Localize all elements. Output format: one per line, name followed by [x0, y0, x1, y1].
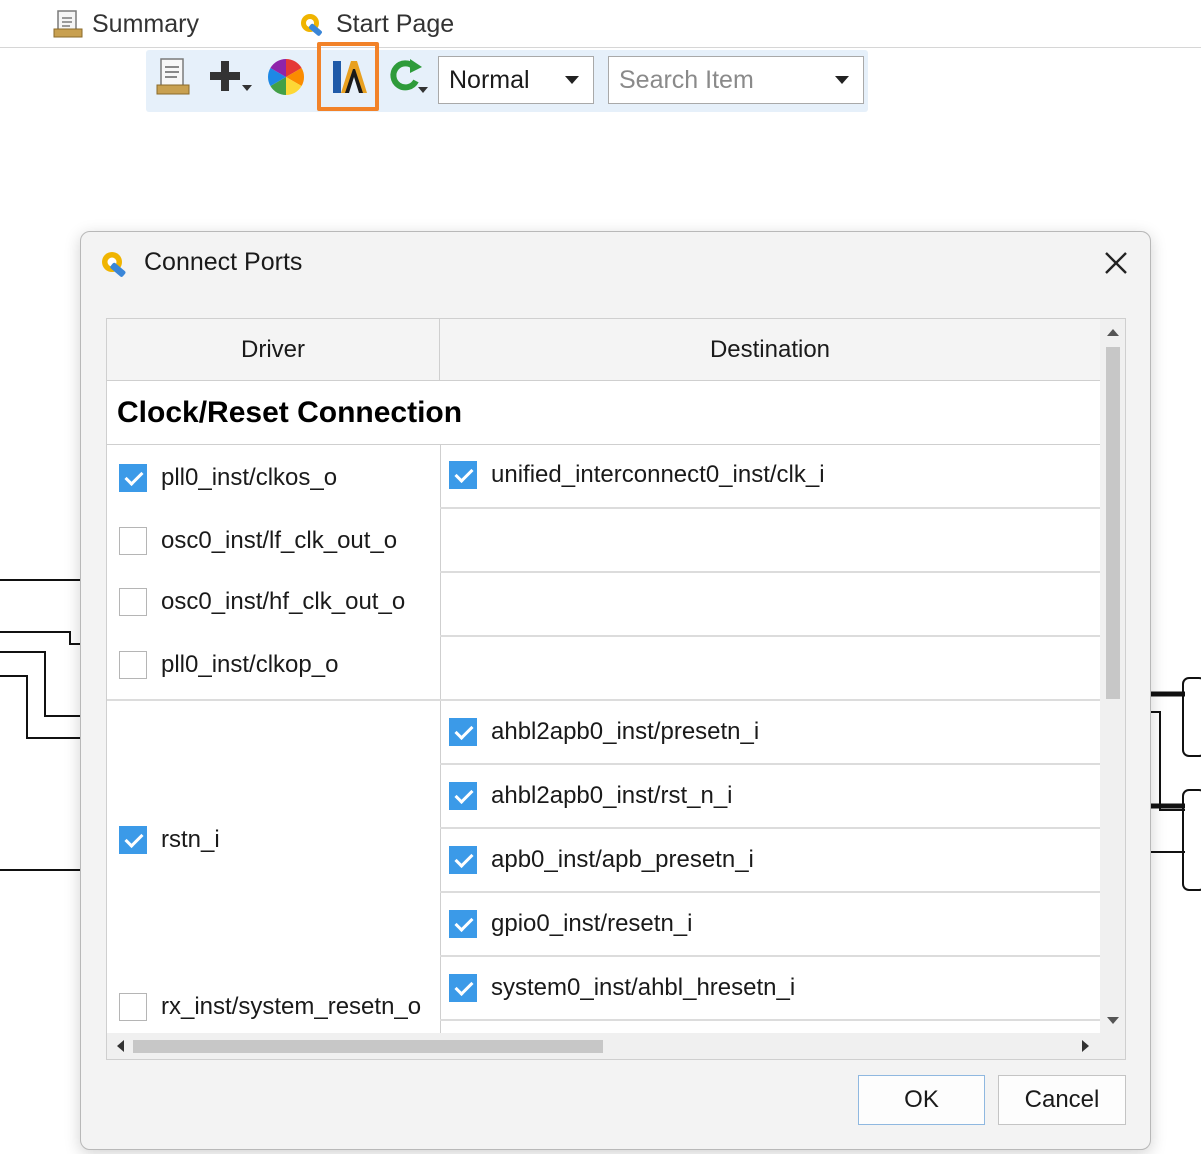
wrench-gear-icon: [296, 9, 328, 39]
destination-label: apb0_inst/apb_presetn_i: [491, 846, 754, 873]
destination-row[interactable]: apb0_inst/apb_presetn_i: [449, 846, 754, 874]
destination-label: ahbl2apb0_inst/presetn_i: [491, 718, 760, 745]
destination-row[interactable]: ahbl2apb0_inst/presetn_i: [449, 718, 759, 746]
destination-label: ahbl2apb0_inst/rst_n_i: [491, 782, 733, 809]
destination-checkbox[interactable]: [449, 846, 477, 874]
driver-label: pll0_inst/clkop_o: [161, 651, 339, 678]
scroll-down-icon[interactable]: [1107, 1017, 1119, 1024]
scroll-right-icon[interactable]: [1082, 1040, 1089, 1052]
document-icon: [155, 57, 191, 102]
row-divider: [107, 699, 1100, 701]
driver-row[interactable]: rx_inst/system_resetn_o: [119, 993, 421, 1021]
row-divider: [440, 635, 1100, 637]
refresh-icon: [384, 57, 428, 102]
tab-start-page-label: Start Page: [336, 9, 455, 38]
driver-checkbox[interactable]: [119, 826, 147, 854]
close-button[interactable]: [1099, 246, 1133, 280]
chevron-down-icon: [565, 76, 579, 84]
refresh-button[interactable]: [381, 54, 431, 104]
row-divider: [440, 571, 1100, 573]
driver-row[interactable]: pll0_inst/clkos_o: [119, 464, 337, 492]
destination-checkbox[interactable]: [449, 974, 477, 1002]
horizontal-scrollbar[interactable]: [107, 1033, 1100, 1059]
driver-label: osc0_inst/hf_clk_out_o: [161, 588, 406, 615]
row-divider: [440, 1019, 1100, 1021]
destination-checkbox[interactable]: [449, 782, 477, 810]
scroll-up-icon[interactable]: [1107, 329, 1119, 336]
row-divider: [440, 955, 1100, 957]
driver-checkbox[interactable]: [119, 464, 147, 492]
row-divider: [440, 507, 1100, 509]
destination-label: unified_interconnect0_inst/clk_i: [491, 461, 825, 488]
search-item-placeholder: Search Item: [619, 65, 754, 94]
driver-label: pll0_inst/clkos_o: [161, 464, 338, 491]
view-mode-value: Normal: [449, 65, 530, 94]
driver-row[interactable]: pll0_inst/clkop_o: [119, 651, 338, 679]
destination-row[interactable]: system0_inst/ahbl_hresetn_i: [449, 974, 795, 1002]
search-item-select[interactable]: Search Item: [608, 56, 864, 104]
tab-bar: Summary Start Page: [0, 0, 1201, 48]
column-header-driver[interactable]: Driver: [107, 319, 440, 381]
destination-checkbox[interactable]: [449, 718, 477, 746]
row-divider: [440, 763, 1100, 765]
close-icon: [1105, 252, 1127, 274]
scrollbar-corner: [1100, 1033, 1125, 1059]
destination-checkbox[interactable]: [449, 910, 477, 938]
destination-label: system0_inst/ahbl_hresetn_i: [491, 974, 796, 1001]
driver-checkbox[interactable]: [119, 651, 147, 679]
driver-checkbox[interactable]: [119, 527, 147, 555]
chevron-down-icon: [835, 76, 849, 84]
document-icon: [52, 9, 84, 39]
toolbar-highlight-frame: [317, 42, 379, 111]
destination-row[interactable]: gpio0_inst/resetn_i: [449, 910, 692, 938]
row-divider: [440, 891, 1100, 893]
tab-summary-label: Summary: [92, 9, 199, 38]
horizontal-scroll-thumb[interactable]: [133, 1040, 603, 1053]
destination-label: gpio0_inst/resetn_i: [491, 910, 693, 937]
color-wheel-icon: [266, 57, 306, 102]
driver-row[interactable]: rstn_i: [119, 826, 220, 854]
driver-checkbox[interactable]: [119, 993, 147, 1021]
destination-row[interactable]: ahbl2apb0_inst/rst_n_i: [449, 782, 733, 810]
driver-row[interactable]: osc0_inst/hf_clk_out_o: [119, 588, 405, 616]
ok-button[interactable]: OK: [858, 1075, 985, 1125]
port-connection-table: Driver Destination Clock/Reset Connectio…: [106, 318, 1126, 1060]
driver-label: rx_inst/system_resetn_o: [161, 993, 422, 1020]
add-button[interactable]: [205, 54, 255, 104]
destination-checkbox[interactable]: [449, 461, 477, 489]
scroll-left-icon[interactable]: [117, 1040, 124, 1052]
add-plus-icon: [208, 57, 252, 102]
wrench-gear-icon: [97, 247, 133, 281]
driver-label: rstn_i: [161, 826, 220, 853]
connect-ports-dialog: Connect Ports Driver Destination Clock/R…: [80, 231, 1151, 1150]
view-mode-select[interactable]: Normal: [438, 56, 594, 104]
new-document-button[interactable]: [148, 54, 198, 104]
cancel-button[interactable]: Cancel: [998, 1075, 1126, 1125]
driver-row[interactable]: osc0_inst/lf_clk_out_o: [119, 527, 397, 555]
column-header-destination[interactable]: Destination: [440, 319, 1100, 381]
row-divider: [440, 827, 1100, 829]
driver-label: osc0_inst/lf_clk_out_o: [161, 527, 398, 554]
destination-row[interactable]: unified_interconnect0_inst/clk_i: [449, 461, 825, 489]
tab-summary[interactable]: Summary: [52, 6, 199, 42]
section-header: Clock/Reset Connection: [107, 381, 1100, 445]
vertical-scroll-thumb[interactable]: [1106, 347, 1120, 699]
color-button[interactable]: [261, 54, 311, 104]
vertical-scrollbar[interactable]: [1100, 319, 1125, 1033]
dialog-title: Connect Ports: [144, 248, 303, 276]
column-divider: [440, 445, 441, 1033]
driver-checkbox[interactable]: [119, 588, 147, 616]
tab-start-page[interactable]: Start Page: [296, 6, 454, 42]
